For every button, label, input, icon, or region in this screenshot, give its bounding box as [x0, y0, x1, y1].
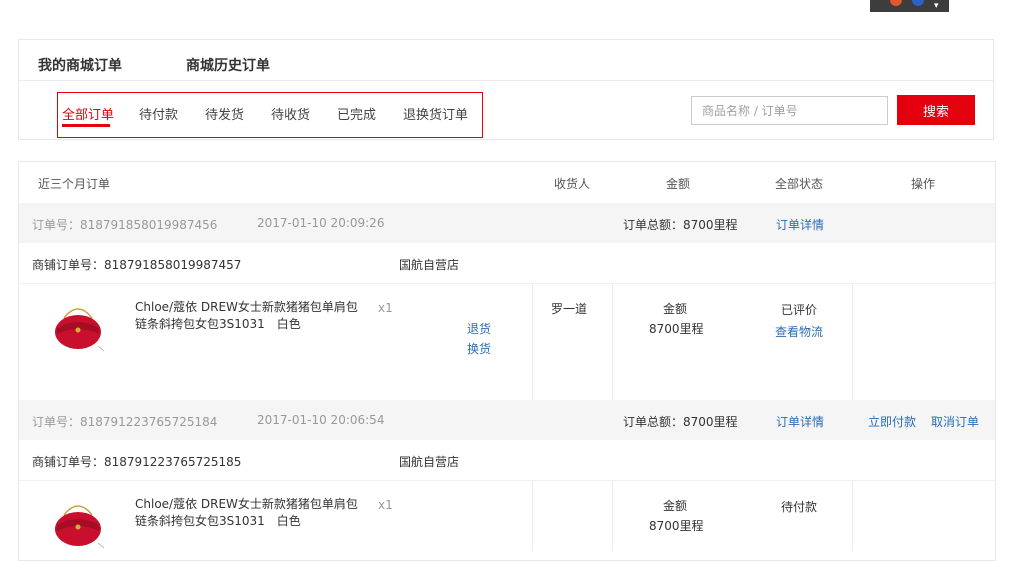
chevron-down-icon[interactable]: ▾ — [934, 2, 939, 11]
return-link[interactable]: 退货 — [467, 320, 491, 337]
divider — [852, 480, 853, 551]
amount-label: 金额 — [663, 499, 688, 513]
order-total: 订单总额：8700里程 — [623, 218, 738, 232]
amount-label: 金额 — [663, 302, 688, 316]
col-status-filter[interactable]: 全部状态 — [775, 175, 823, 192]
order-time: 2017-01-10 20:09:26 — [257, 216, 385, 230]
cancel-order-link[interactable]: 取消订单 — [931, 413, 979, 430]
divider — [19, 80, 993, 81]
exchange-link[interactable]: 换货 — [467, 340, 491, 357]
divider — [612, 283, 613, 400]
divider — [852, 283, 853, 400]
shop-order-number: 商铺订单号：818791223765725185 — [32, 455, 242, 469]
pay-now-link[interactable]: 立即付款 — [868, 413, 916, 430]
shop-name: 国航自营店 — [399, 455, 460, 469]
amount-value: 8700里程 — [649, 322, 704, 336]
shop-order-number: 商铺订单号：818791858019987457 — [32, 258, 242, 272]
subtab-returns[interactable]: 退换货订单 — [403, 104, 468, 123]
divider — [19, 480, 995, 481]
quantity: x1 — [378, 301, 393, 315]
extension-icon[interactable] — [890, 0, 902, 6]
active-tab-indicator — [62, 124, 110, 127]
subtab-all-orders[interactable]: 全部订单 — [62, 104, 114, 123]
order-detail-link[interactable]: 订单详情 — [776, 216, 824, 233]
order-total: 订单总额：8700里程 — [623, 415, 738, 429]
shop-name: 国航自营店 — [399, 258, 460, 272]
receiver-name: 罗一道 — [551, 302, 588, 316]
divider — [19, 283, 995, 284]
col-recent-orders: 近三个月订单 — [38, 177, 111, 191]
divider — [532, 480, 533, 551]
tab-history-orders[interactable]: 商城历史订单 — [186, 55, 270, 75]
order-number: 订单号：818791223765725184 — [32, 415, 218, 429]
product-name[interactable]: Chloe/蔻依 DREW女士新款猪猪包单肩包链条斜挎包女包3S1031 白色 — [135, 299, 360, 333]
subtab-pending-payment[interactable]: 待付款 — [139, 104, 178, 123]
order-number: 订单号：818791858019987456 — [32, 218, 218, 232]
order-status: 已评价 — [781, 303, 818, 317]
info-icon[interactable] — [912, 0, 924, 6]
product-image[interactable] — [50, 495, 106, 549]
tab-my-orders[interactable]: 我的商城订单 — [38, 55, 122, 75]
product-image[interactable] — [50, 298, 106, 352]
search-input[interactable] — [691, 96, 888, 125]
view-logistics-link[interactable]: 查看物流 — [775, 323, 823, 340]
search-button[interactable]: 搜索 — [897, 95, 975, 125]
col-receiver: 收货人 — [554, 177, 591, 191]
browser-extension-toolbar[interactable]: ▾ — [870, 0, 949, 12]
product-name[interactable]: Chloe/蔻依 DREW女士新款猪猪包单肩包链条斜挎包女包3S1031 白色 — [135, 496, 360, 530]
col-actions: 操作 — [911, 177, 936, 191]
divider — [532, 283, 533, 400]
col-amount: 金额 — [666, 177, 691, 191]
amount-value: 8700里程 — [649, 519, 704, 533]
quantity: x1 — [378, 498, 393, 512]
subtab-pending-receipt[interactable]: 待收货 — [271, 104, 310, 123]
order-status: 待付款 — [781, 500, 818, 514]
order-time: 2017-01-10 20:06:54 — [257, 413, 385, 427]
subtab-completed[interactable]: 已完成 — [337, 104, 376, 123]
order-detail-link[interactable]: 订单详情 — [776, 413, 824, 430]
subtab-pending-shipment[interactable]: 待发货 — [205, 104, 244, 123]
divider — [612, 480, 613, 551]
